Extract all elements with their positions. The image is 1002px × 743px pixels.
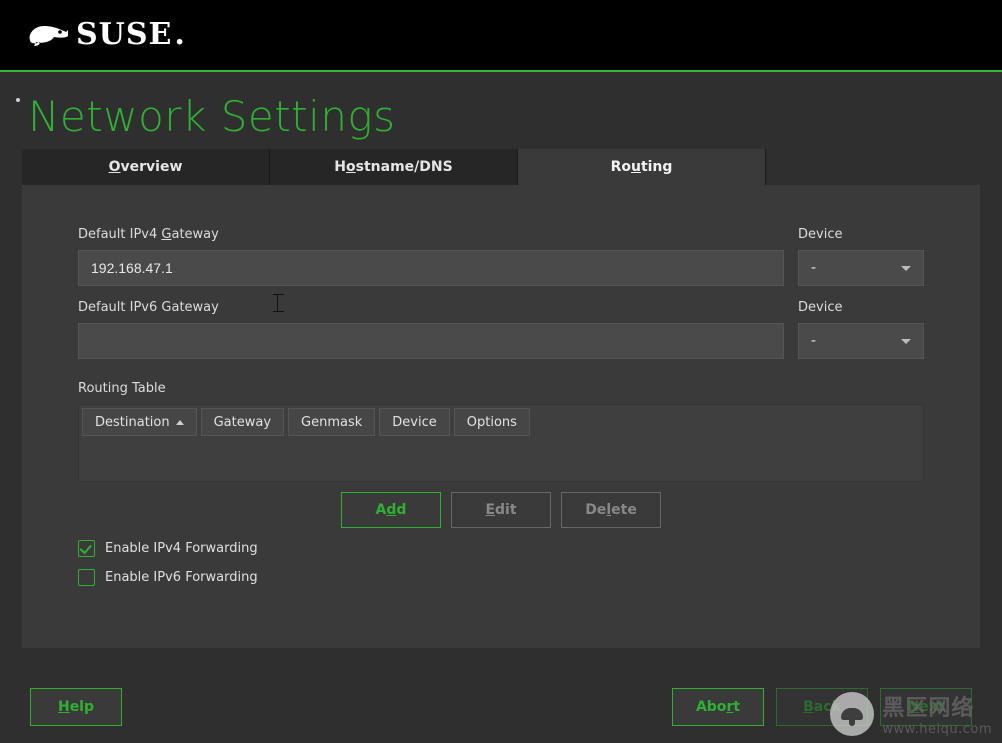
col-device[interactable]: Device xyxy=(379,408,449,436)
routing-table-header: Destination Gateway Genmask Device Optio… xyxy=(79,405,923,439)
tab-hostname-dns[interactable]: Hostname/DNS xyxy=(270,149,518,185)
footer: Help Abort Back Next xyxy=(0,671,1002,743)
next-button[interactable]: Next xyxy=(880,688,972,726)
help-button[interactable]: Help xyxy=(30,688,122,726)
table-button-row: Add Edit Delete xyxy=(78,492,924,528)
ipv6-gateway-label: Default IPv6 Gateway xyxy=(78,300,784,315)
ipv6-device-label: Device xyxy=(798,300,924,315)
brand-name: SUSE. xyxy=(76,20,186,50)
routing-panel: Default IPv4 Gateway Device - Default IP… xyxy=(22,185,980,648)
ipv4-device-select[interactable]: - xyxy=(798,250,924,286)
col-genmask[interactable]: Genmask xyxy=(288,408,375,436)
chameleon-icon xyxy=(24,20,70,50)
ipv6-forwarding-checkbox[interactable]: Enable IPv6 Forwarding xyxy=(78,569,924,586)
ipv4-gateway-input[interactable] xyxy=(78,250,784,286)
title-dot-icon xyxy=(16,98,20,102)
tab-overview[interactable]: Overview xyxy=(22,149,270,185)
add-button[interactable]: Add xyxy=(341,492,441,528)
back-button[interactable]: Back xyxy=(776,688,868,726)
chevron-down-icon xyxy=(901,339,911,344)
page-title: Network Settings xyxy=(28,92,980,141)
chevron-down-icon xyxy=(901,266,911,271)
delete-button: Delete xyxy=(561,492,661,528)
ipv4-device-label: Device xyxy=(798,227,924,242)
col-gateway[interactable]: Gateway xyxy=(201,408,284,436)
tab-routing[interactable]: Routing xyxy=(518,149,766,185)
col-destination[interactable]: Destination xyxy=(82,408,197,436)
main-area: Network Settings Overview Hostname/DNS R… xyxy=(0,72,1002,743)
checkbox-unchecked-icon xyxy=(78,569,95,586)
routing-table-label: Routing Table xyxy=(78,381,924,396)
tabs: Overview Hostname/DNS Routing xyxy=(22,149,980,185)
checkbox-checked-icon xyxy=(78,540,95,557)
col-options[interactable]: Options xyxy=(454,408,530,436)
ipv6-device-select[interactable]: - xyxy=(798,323,924,359)
top-bar: SUSE. xyxy=(0,0,1002,70)
routing-table: Destination Gateway Genmask Device Optio… xyxy=(78,404,924,482)
ipv4-forwarding-label: Enable IPv4 Forwarding xyxy=(105,541,258,556)
ipv4-forwarding-checkbox[interactable]: Enable IPv4 Forwarding xyxy=(78,540,924,557)
abort-button[interactable]: Abort xyxy=(672,688,764,726)
sort-asc-icon xyxy=(176,420,184,425)
edit-button: Edit xyxy=(451,492,551,528)
ipv4-gateway-label: Default IPv4 Gateway xyxy=(78,227,784,242)
ipv6-forwarding-label: Enable IPv6 Forwarding xyxy=(105,570,258,585)
brand-logo: SUSE. xyxy=(24,20,186,50)
ipv6-gateway-input[interactable] xyxy=(78,323,784,359)
